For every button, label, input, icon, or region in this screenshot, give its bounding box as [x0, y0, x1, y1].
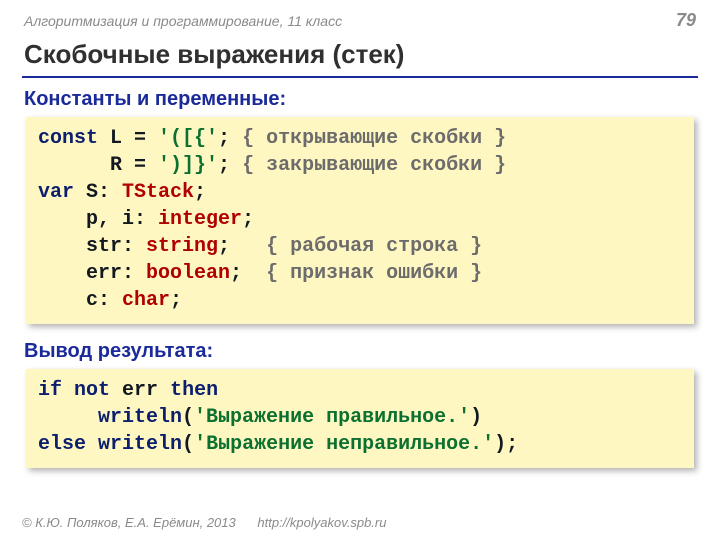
- code-block-output: if not err then writeln('Выражение прави…: [26, 369, 694, 468]
- kw-if: if: [38, 379, 62, 402]
- section-output-label: Вывод результата:: [22, 338, 698, 369]
- kw-else: else: [38, 433, 86, 456]
- section-consts-label: Константы и переменные:: [22, 86, 698, 117]
- slide-page: Алгоритмизация и программирование, 11 кл…: [0, 0, 720, 540]
- code-text: p, i:: [38, 208, 158, 231]
- kw-writeln: writeln: [98, 406, 182, 429]
- type-string: string: [146, 235, 218, 258]
- page-title: Скобочные выражения (стек): [22, 35, 698, 76]
- code-text: R =: [38, 154, 158, 177]
- type-tstack: TStack: [122, 181, 194, 204]
- comment: { рабочая строка }: [266, 235, 482, 258]
- course-title: Алгоритмизация и программирование, 11 кл…: [24, 13, 342, 29]
- str-close: ')]}': [158, 154, 218, 177]
- comment: { закрывающие скобки }: [242, 154, 506, 177]
- type-integer: integer: [158, 208, 242, 231]
- comment: { открывающие скобки }: [242, 127, 506, 150]
- code-text: ;: [170, 289, 182, 312]
- code-text: S:: [74, 181, 122, 204]
- code-text: ;: [194, 181, 206, 204]
- code-text: str:: [38, 235, 146, 258]
- code-text: ;: [218, 127, 242, 150]
- code-text: ;: [218, 154, 242, 177]
- footer-copyright: © К.Ю. Поляков, Е.А. Ерёмин, 2013: [22, 515, 236, 530]
- comment: { признак ошибки }: [266, 262, 482, 285]
- code-text: ;: [242, 208, 254, 231]
- code-text: [38, 406, 98, 429]
- kw-writeln: writeln: [98, 433, 182, 456]
- code-text: ;: [230, 262, 266, 285]
- code-text: (: [182, 433, 194, 456]
- footer-url: http://kpolyakov.spb.ru: [257, 515, 386, 530]
- type-char: char: [122, 289, 170, 312]
- title-underline: [22, 76, 698, 78]
- code-text: ;: [218, 235, 266, 258]
- footer: © К.Ю. Поляков, Е.А. Ерёмин, 2013 http:/…: [22, 515, 386, 530]
- kw-not: not: [74, 379, 110, 402]
- code-text: [86, 433, 98, 456]
- code-text: L =: [98, 127, 158, 150]
- code-text: ): [470, 406, 482, 429]
- code-block-consts: const L = '([{'; { открывающие скобки } …: [26, 117, 694, 324]
- page-number: 79: [676, 10, 696, 31]
- type-boolean: boolean: [146, 262, 230, 285]
- str-incorrect: 'Выражение неправильное.': [194, 433, 494, 456]
- str-open: '([{': [158, 127, 218, 150]
- kw-const: const: [38, 127, 98, 150]
- code-text: err: [110, 379, 170, 402]
- kw-then: then: [170, 379, 218, 402]
- code-text: c:: [38, 289, 122, 312]
- code-text: (: [182, 406, 194, 429]
- code-text: );: [494, 433, 518, 456]
- str-correct: 'Выражение правильное.': [194, 406, 470, 429]
- code-text: [62, 379, 74, 402]
- kw-var: var: [38, 181, 74, 204]
- code-text: err:: [38, 262, 146, 285]
- header-row: Алгоритмизация и программирование, 11 кл…: [22, 10, 698, 35]
